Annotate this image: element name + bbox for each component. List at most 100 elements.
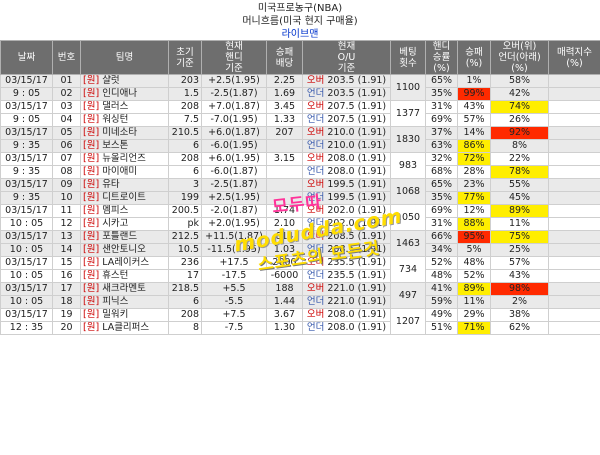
home-mark: [원] xyxy=(83,153,100,165)
handi-cell: -6.0(1.95) xyxy=(201,139,267,153)
table-row: 03/15/17 05 [원] 미네소타 210.5 +6.0(1.87) 207 오버 2… xyxy=(0,126,600,153)
odds-cell xyxy=(266,165,303,179)
team-name: 휴스턴 xyxy=(102,270,129,282)
table-row: 9 : 35 06 [원] 보스톤 6 -6.0(1.95) 언더 210.0 (1.91… xyxy=(0,139,600,153)
handi-pct-cell: 65% xyxy=(425,74,458,88)
num-cell: 02 xyxy=(52,87,81,101)
team-name: 멤피스 xyxy=(102,205,129,217)
attr-pct-cell xyxy=(548,295,600,309)
num-cell: 17 xyxy=(52,282,81,296)
attr-pct-cell xyxy=(548,321,600,335)
handi-cell: +2.0(1.95) xyxy=(201,217,267,231)
team-cell: [원] 디트로이트 xyxy=(80,191,169,205)
handi-pct-cell: 69% xyxy=(425,113,458,127)
date-cell: 03/15/17 xyxy=(0,152,53,166)
under-label: 언더 xyxy=(306,88,325,100)
init-cell: 1.5 xyxy=(168,87,202,101)
report-subtitle: 머니흐름(미국 현지 구매율) xyxy=(242,16,358,27)
home-mark: [원] xyxy=(83,231,100,243)
report-title: 미국프로농구(NBA) xyxy=(257,3,343,14)
odds-cell: 1.33 xyxy=(266,113,303,127)
handi-pct-cell: 51% xyxy=(425,321,458,335)
win-pct-cell: 77% xyxy=(457,191,491,205)
date-cell: 03/15/17 xyxy=(0,308,53,322)
handi-cell: -17.5 xyxy=(201,269,267,283)
home-mark: [원] xyxy=(83,179,100,191)
ou-value: 199.5 (1.91) xyxy=(327,179,387,191)
win-pct-cell: 23% xyxy=(457,178,491,192)
win-pct-cell: 88% xyxy=(457,217,491,231)
attr-pct-cell xyxy=(548,152,600,166)
ou-cell: 오버 207.5 (1.91) xyxy=(302,100,391,114)
ou-pct-cell: 98% xyxy=(490,282,549,296)
ou-cell: 언더 202.0 (1.91) xyxy=(302,217,391,231)
num-cell: 09 xyxy=(52,178,81,192)
home-mark: [원] xyxy=(83,309,100,321)
handi-cell: -2.0(1.87) xyxy=(201,204,267,218)
date-cell: 03/15/17 xyxy=(0,256,53,270)
ou-pct-cell: 22% xyxy=(490,152,549,166)
num-cell: 05 xyxy=(52,126,81,140)
handi-pct-cell: 69% xyxy=(425,204,458,218)
win-pct-cell: 72% xyxy=(457,152,491,166)
attr-pct-cell xyxy=(548,256,600,270)
win-pct-cell: 43% xyxy=(457,100,491,114)
handi-pct-cell: 68% xyxy=(425,165,458,179)
ou-cell: 언더 221.0 (1.91) xyxy=(302,295,391,309)
team-cell: [원] 뉴올리언즈 xyxy=(80,152,169,166)
home-mark: [원] xyxy=(83,257,100,269)
table-row: 9 : 35 08 [원] 마이애미 6 -6.0(1.87) 언더 208.0 (1.9… xyxy=(0,165,600,179)
attr-pct-cell xyxy=(548,165,600,179)
win-pct-cell: 11% xyxy=(457,295,491,309)
ou-cell: 오버 221.0 (1.91) xyxy=(302,282,391,296)
over-label: 오버 xyxy=(306,231,325,243)
ou-value: 208.0 (1.91) xyxy=(327,153,387,165)
team-name: 밀워키 xyxy=(102,309,129,321)
attr-pct-cell xyxy=(548,230,600,244)
init-cell: 10.5 xyxy=(168,243,202,257)
ou-pct-cell: 78% xyxy=(490,165,549,179)
odds-cell: 1.30 xyxy=(266,321,303,335)
bets-cell: 1100 xyxy=(390,74,426,101)
handi-cell: -6.0(1.87) xyxy=(201,165,267,179)
ou-pct-cell: 11% xyxy=(490,217,549,231)
table-row: 03/15/17 09 [원] 유타 3 -2.5(1.87) 오버 199.5 (1.9… xyxy=(0,178,600,205)
bets-cell: 734 xyxy=(390,256,426,283)
date-cell: 10 : 05 xyxy=(0,217,53,231)
num-cell: 10 xyxy=(52,191,81,205)
init-cell: 208 xyxy=(168,152,202,166)
win-pct-cell: 1% xyxy=(457,74,491,88)
team-cell: [원] 샌안토니오 xyxy=(80,243,169,257)
handi-cell: +5.5 xyxy=(201,282,267,296)
team-cell: [원] LA레이커스 xyxy=(80,256,169,270)
ou-cell: 언더 208.5 (1.91) xyxy=(302,243,391,257)
col-ou: 현재 O/U 기준 xyxy=(302,40,391,75)
init-cell: 199 xyxy=(168,191,202,205)
odds-cell: 1.74 xyxy=(266,204,303,218)
team-name: 디트로이트 xyxy=(102,192,146,204)
table-row: 03/15/17 19 [원] 밀워키 208 +7.5 3.67 오버 208.0 (1.… xyxy=(0,308,600,335)
ou-pct-cell: 43% xyxy=(490,269,549,283)
ou-value: 235.5 (1.91) xyxy=(327,270,387,282)
handi-pct-cell: 52% xyxy=(425,256,458,270)
table-row: 9 : 35 10 [원] 디트로이트 199 +2.5(1.95) 언더 199.5 (… xyxy=(0,191,600,205)
ou-value: 203.5 (1.91) xyxy=(327,88,387,100)
odds-cell: 1.44 xyxy=(266,295,303,309)
ou-pct-cell: 38% xyxy=(490,308,549,322)
odds-cell: 1.03 xyxy=(266,243,303,257)
handi-pct-cell: 65% xyxy=(425,178,458,192)
col-attr-pct: 매력지수 (%) xyxy=(548,40,600,75)
over-label: 오버 xyxy=(306,309,325,321)
num-cell: 13 xyxy=(52,230,81,244)
team-cell: [원] 미네소타 xyxy=(80,126,169,140)
over-label: 오버 xyxy=(306,101,325,113)
attr-pct-cell xyxy=(548,74,600,88)
team-name: 유타 xyxy=(102,179,120,191)
win-pct-cell: 12% xyxy=(457,204,491,218)
table-row: 10 : 05 18 [원] 피닉스 6 -5.5 1.44 언더 221.0 (1.91)… xyxy=(0,295,600,309)
home-mark: [원] xyxy=(83,296,100,308)
odds-cell xyxy=(266,178,303,192)
ou-value: 208.0 (1.91) xyxy=(327,309,387,321)
home-mark: [원] xyxy=(83,322,100,334)
win-pct-cell: 95% xyxy=(457,230,491,244)
